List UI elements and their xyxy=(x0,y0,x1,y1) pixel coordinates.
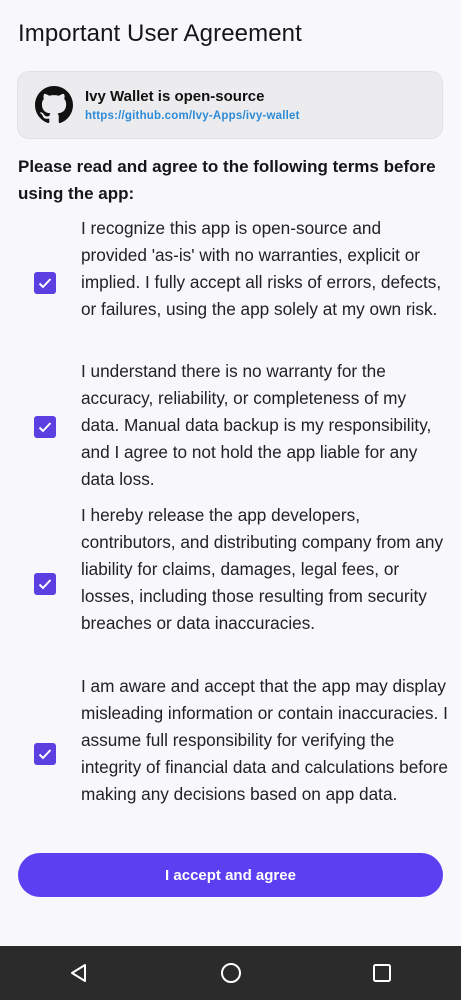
term-checkbox[interactable] xyxy=(34,272,56,294)
agreement-screen: Important User Agreement Ivy Wallet is o… xyxy=(0,0,461,946)
term-text: I understand there is no warranty for th… xyxy=(81,361,432,489)
term-item[interactable]: I understand there is no warranty for th… xyxy=(0,358,461,494)
accept-button[interactable]: I accept and agree xyxy=(18,853,443,897)
term-checkbox[interactable] xyxy=(34,416,56,438)
repo-link[interactable]: https://github.com/Ivy-Apps/ivy-wallet xyxy=(85,110,300,122)
term-text: I recognize this app is open-source and … xyxy=(81,218,442,319)
repo-title: Ivy Wallet is open-source xyxy=(85,88,265,105)
github-icon xyxy=(35,86,73,124)
home-icon[interactable] xyxy=(219,961,243,985)
term-checkbox[interactable] xyxy=(34,743,56,765)
recents-icon[interactable] xyxy=(370,961,394,985)
term-text: I hereby release the app developers, con… xyxy=(81,505,444,633)
term-item[interactable]: I recognize this app is open-source and … xyxy=(0,215,461,351)
back-icon[interactable] xyxy=(67,961,91,985)
check-icon xyxy=(38,422,52,433)
check-icon xyxy=(38,278,52,289)
term-text: I am aware and accept that the app may d… xyxy=(81,676,448,804)
repo-card[interactable]: Ivy Wallet is open-source https://github… xyxy=(17,71,443,139)
check-icon xyxy=(38,579,52,590)
page-title: Important User Agreement xyxy=(18,20,302,47)
check-icon xyxy=(38,749,52,760)
system-navbar xyxy=(0,946,461,1000)
intro-text: Please read and agree to the following t… xyxy=(18,157,436,203)
term-checkbox[interactable] xyxy=(34,573,56,595)
term-item[interactable]: I am aware and accept that the app may d… xyxy=(0,673,461,836)
term-item[interactable]: I hereby release the app developers, con… xyxy=(0,502,461,665)
